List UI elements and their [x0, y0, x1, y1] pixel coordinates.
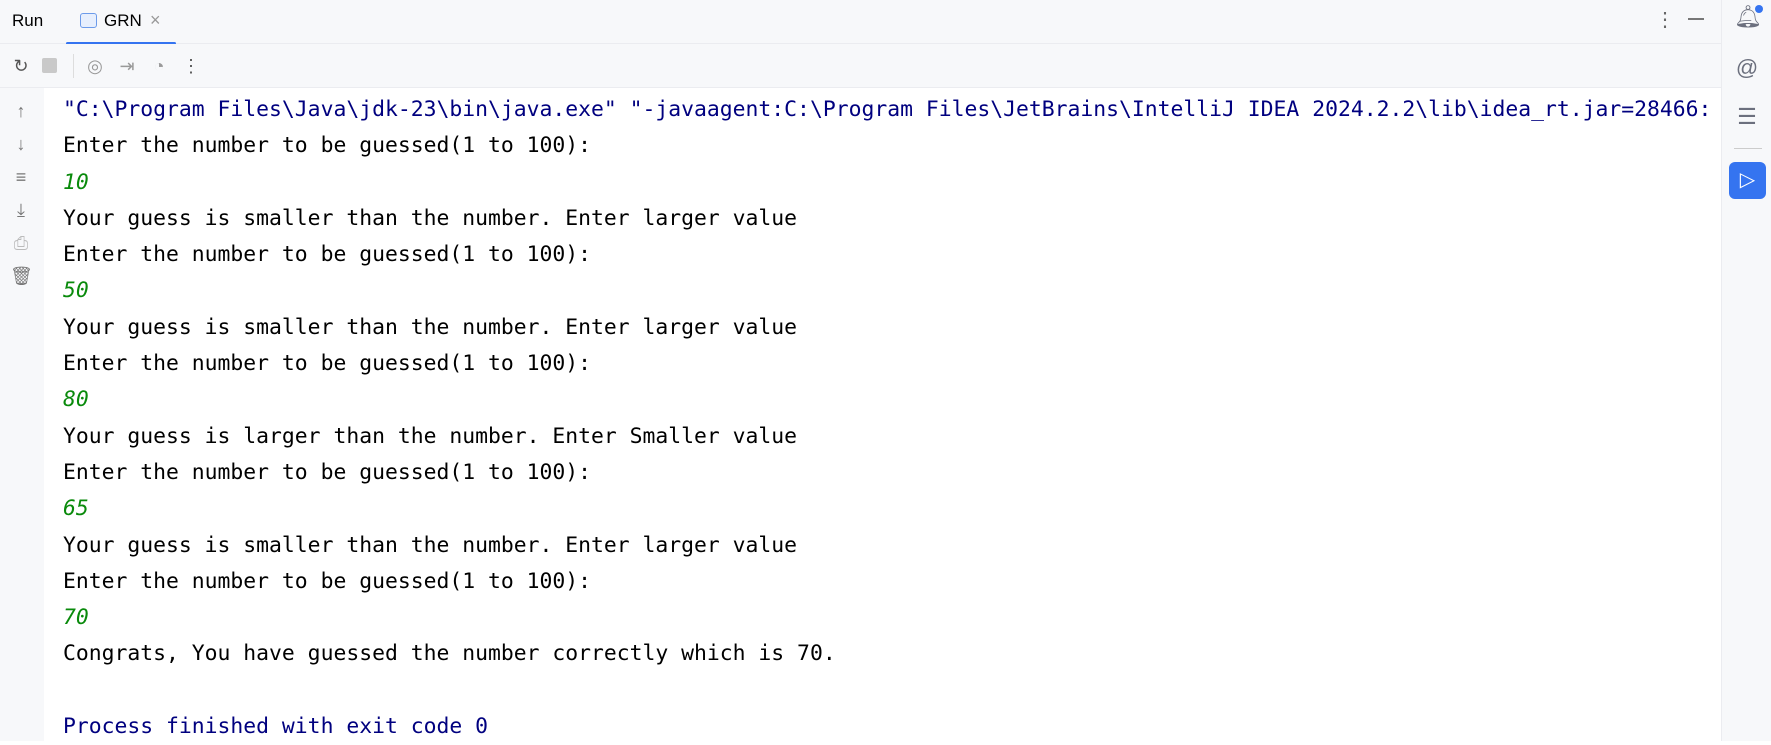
- console-line: Your guess is smaller than the number. E…: [63, 205, 798, 231]
- camera-icon[interactable]: ◎: [84, 55, 106, 77]
- console-line: Enter the number to be guessed(1 to 100)…: [63, 568, 592, 594]
- run-toolbar: ↻ ◎ ⇥ ◔ ⋮: [0, 44, 1721, 88]
- console-icon: [80, 13, 97, 28]
- console-line: Your guess is larger than the number. En…: [63, 423, 798, 449]
- tool-window-header: Run GRN × ⋮: [0, 0, 1721, 45]
- console-line: 65: [63, 496, 89, 522]
- console-line: Enter the number to be guessed(1 to 100)…: [63, 459, 592, 485]
- divider: [73, 54, 74, 78]
- console-line: 50: [63, 278, 89, 304]
- console-line: Enter the number to be guessed(1 to 100)…: [63, 133, 592, 159]
- tab-label: GRN: [104, 11, 142, 30]
- ai-assistant-icon[interactable]: @: [1734, 55, 1760, 81]
- arrow-up-icon[interactable]: ↑: [10, 100, 32, 122]
- console-line: "C:\Program Files\Java\jdk-23\bin\java.e…: [63, 97, 1712, 122]
- rerun-icon[interactable]: ↻: [10, 55, 32, 77]
- run-tool-icon[interactable]: ▷: [1729, 162, 1766, 199]
- right-tool-strip: 🔔︎ @ ☰ ▷: [1721, 0, 1771, 741]
- print-icon[interactable]: ⎙: [10, 232, 32, 254]
- database-icon[interactable]: ☰: [1734, 104, 1760, 130]
- soft-wrap-icon[interactable]: ≡: [10, 166, 32, 188]
- console-line: 80: [63, 387, 89, 413]
- notification-badge: [1755, 5, 1763, 13]
- console-line: 70: [63, 605, 89, 631]
- console-line: 10: [63, 169, 89, 195]
- stop-icon[interactable]: [42, 58, 57, 73]
- attach-icon[interactable]: ⇥: [116, 55, 138, 77]
- more-options-icon[interactable]: ⋮: [1655, 7, 1675, 32]
- console-line: Process finished with exit code 0: [63, 714, 488, 740]
- console-side-toolbar: ↑ ↓ ≡ ⤓ ⎙ 🗑: [0, 88, 44, 741]
- console-line: Your guess is smaller than the number. E…: [63, 532, 798, 558]
- console-line: Congrats, You have guessed the number co…: [63, 641, 836, 667]
- console-line: Enter the number to be guessed(1 to 100)…: [63, 242, 592, 268]
- trash-icon[interactable]: 🗑: [10, 265, 33, 287]
- arrow-down-icon[interactable]: ↓: [10, 133, 32, 155]
- more-icon[interactable]: ⋮: [180, 55, 202, 77]
- close-icon[interactable]: ×: [150, 10, 161, 31]
- profiler-icon[interactable]: ◔: [148, 55, 170, 77]
- run-title: Run: [12, 11, 44, 30]
- divider: [1734, 148, 1762, 149]
- scroll-to-end-icon[interactable]: ⤓: [10, 199, 32, 221]
- minimize-icon[interactable]: [1688, 18, 1704, 20]
- console-output[interactable]: "C:\Program Files\Java\jdk-23\bin\java.e…: [63, 92, 1711, 745]
- console-line: Your guess is smaller than the number. E…: [63, 314, 798, 340]
- console-line: Enter the number to be guessed(1 to 100)…: [63, 351, 592, 377]
- tab-grn[interactable]: GRN ×: [66, 0, 176, 45]
